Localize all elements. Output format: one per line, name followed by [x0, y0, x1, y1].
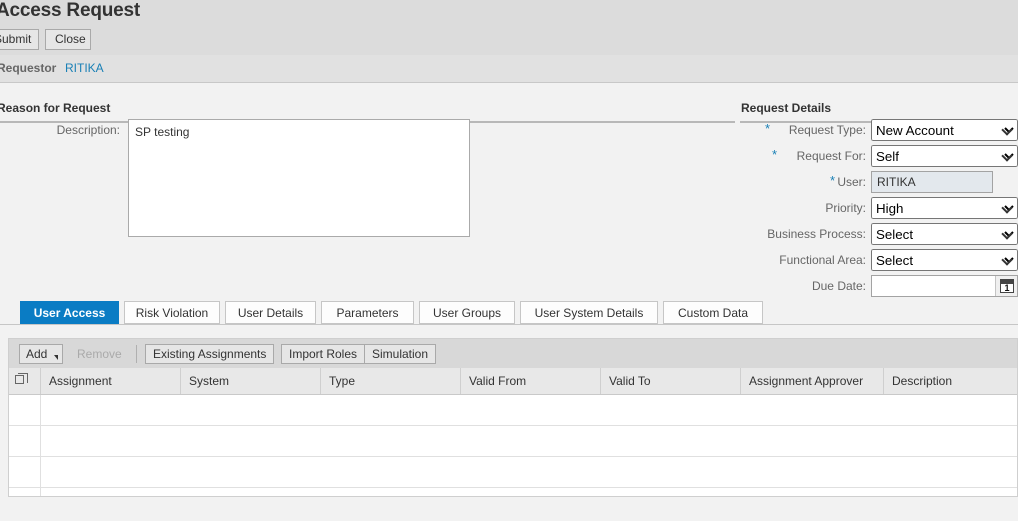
request-type-label: Request Type:	[788, 123, 866, 137]
simulation-button[interactable]: Simulation	[364, 344, 437, 364]
user-label: User:	[837, 175, 866, 189]
request-type-select-wrap[interactable]: New Account	[871, 119, 1018, 141]
functional-area-select[interactable]: Select	[871, 249, 1018, 271]
table-row[interactable]	[9, 488, 1017, 496]
tab-user-details[interactable]: User Details	[225, 301, 316, 324]
requestor-bar: Requestor RITIKA	[0, 55, 1018, 83]
table-header-row: Assignment System Type Valid From Valid …	[9, 368, 1017, 395]
priority-label: Priority:	[825, 201, 866, 215]
business-process-select-wrap[interactable]: Select	[871, 223, 1018, 245]
calendar-button[interactable]	[995, 276, 1017, 296]
request-for-select-wrap[interactable]: Self	[871, 145, 1018, 167]
description-textarea[interactable]: SP testing	[128, 119, 470, 237]
close-button[interactable]: Close	[45, 29, 91, 50]
request-details-title: Request Details	[741, 101, 832, 115]
tab-user-system-details[interactable]: User System Details	[520, 301, 658, 324]
column-header-type[interactable]: Type	[321, 368, 461, 394]
requestor-link[interactable]: RITIKA	[65, 61, 104, 75]
tab-risk-violation[interactable]: Risk Violation	[124, 301, 220, 324]
request-for-select[interactable]: Self	[871, 145, 1018, 167]
copy-columns-icon	[15, 373, 28, 384]
tab-user-groups[interactable]: User Groups	[419, 301, 515, 324]
functional-area-select-wrap[interactable]: Select	[871, 249, 1018, 271]
main-content: Reason for Request Request Details Descr…	[0, 83, 1018, 497]
row-select-cell[interactable]	[9, 488, 41, 496]
priority-select-wrap[interactable]: High	[871, 197, 1018, 219]
column-header-valid-from[interactable]: Valid From	[461, 368, 601, 394]
submit-button[interactable]: Submit	[0, 29, 39, 50]
table-row[interactable]	[9, 457, 1017, 488]
request-details-form: * Request Type: New Account * Request Fo…	[740, 119, 1018, 301]
remove-button: Remove	[69, 344, 130, 364]
caret-down-icon	[54, 355, 58, 360]
business-process-select[interactable]: Select	[871, 223, 1018, 245]
field-row-user: * User: RITIKA	[740, 171, 1018, 197]
table-toolbar: Add Remove Existing Assignments Import R…	[8, 338, 1018, 368]
calendar-icon	[1000, 279, 1014, 293]
column-header-assignment-approver[interactable]: Assignment Approver	[741, 368, 884, 394]
business-process-label: Business Process:	[767, 227, 866, 241]
column-header-system[interactable]: System	[181, 368, 321, 394]
required-asterisk: *	[764, 121, 770, 136]
title-bar: Access Request	[0, 0, 1018, 28]
field-row-business-process: Business Process: Select	[740, 223, 1018, 249]
add-button-label: Add	[26, 347, 48, 361]
assignments-table: Assignment System Type Valid From Valid …	[8, 368, 1018, 497]
due-date-field-wrap[interactable]	[871, 275, 1018, 297]
requestor-label: Requestor	[0, 61, 57, 75]
existing-assignments-button[interactable]: Existing Assignments	[145, 344, 275, 364]
table-row[interactable]	[9, 426, 1017, 457]
priority-select[interactable]: High	[871, 197, 1018, 219]
tab-strip: User Access Risk Violation User Details …	[0, 301, 1018, 325]
request-type-select[interactable]: New Account	[871, 119, 1018, 141]
required-asterisk: *	[771, 147, 777, 162]
field-row-request-type: * Request Type: New Account	[740, 119, 1018, 145]
page-title: Access Request	[0, 0, 140, 21]
due-date-input[interactable]	[872, 276, 996, 296]
add-button[interactable]: Add	[19, 344, 63, 364]
table-column-selector[interactable]	[9, 368, 41, 394]
required-asterisk: *	[829, 173, 835, 188]
tab-user-access[interactable]: User Access	[20, 301, 119, 324]
toolbar-separator	[136, 345, 137, 363]
row-select-cell[interactable]	[9, 426, 41, 456]
field-row-due-date: Due Date:	[740, 275, 1018, 301]
import-roles-button[interactable]: Import Roles	[281, 344, 366, 364]
user-field: RITIKA	[871, 171, 993, 193]
reason-section-title: Reason for Request	[0, 101, 111, 115]
tab-custom-data[interactable]: Custom Data	[663, 301, 763, 324]
field-row-functional-area: Functional Area: Select	[740, 249, 1018, 275]
tab-parameters[interactable]: Parameters	[321, 301, 414, 324]
column-header-assignment[interactable]: Assignment	[41, 368, 181, 394]
field-row-priority: Priority: High	[740, 197, 1018, 223]
field-row-request-for: * Request For: Self	[740, 145, 1018, 171]
row-select-cell[interactable]	[9, 457, 41, 487]
description-label: Description:	[56, 123, 120, 137]
due-date-label: Due Date:	[811, 279, 866, 293]
column-header-description[interactable]: Description	[884, 368, 1017, 394]
row-select-cell[interactable]	[9, 395, 41, 425]
action-toolbar: Submit Close	[0, 28, 1018, 55]
column-header-valid-to[interactable]: Valid To	[601, 368, 741, 394]
table-row[interactable]	[9, 395, 1017, 426]
functional-area-label: Functional Area:	[779, 253, 866, 267]
request-for-label: Request For:	[796, 149, 866, 163]
